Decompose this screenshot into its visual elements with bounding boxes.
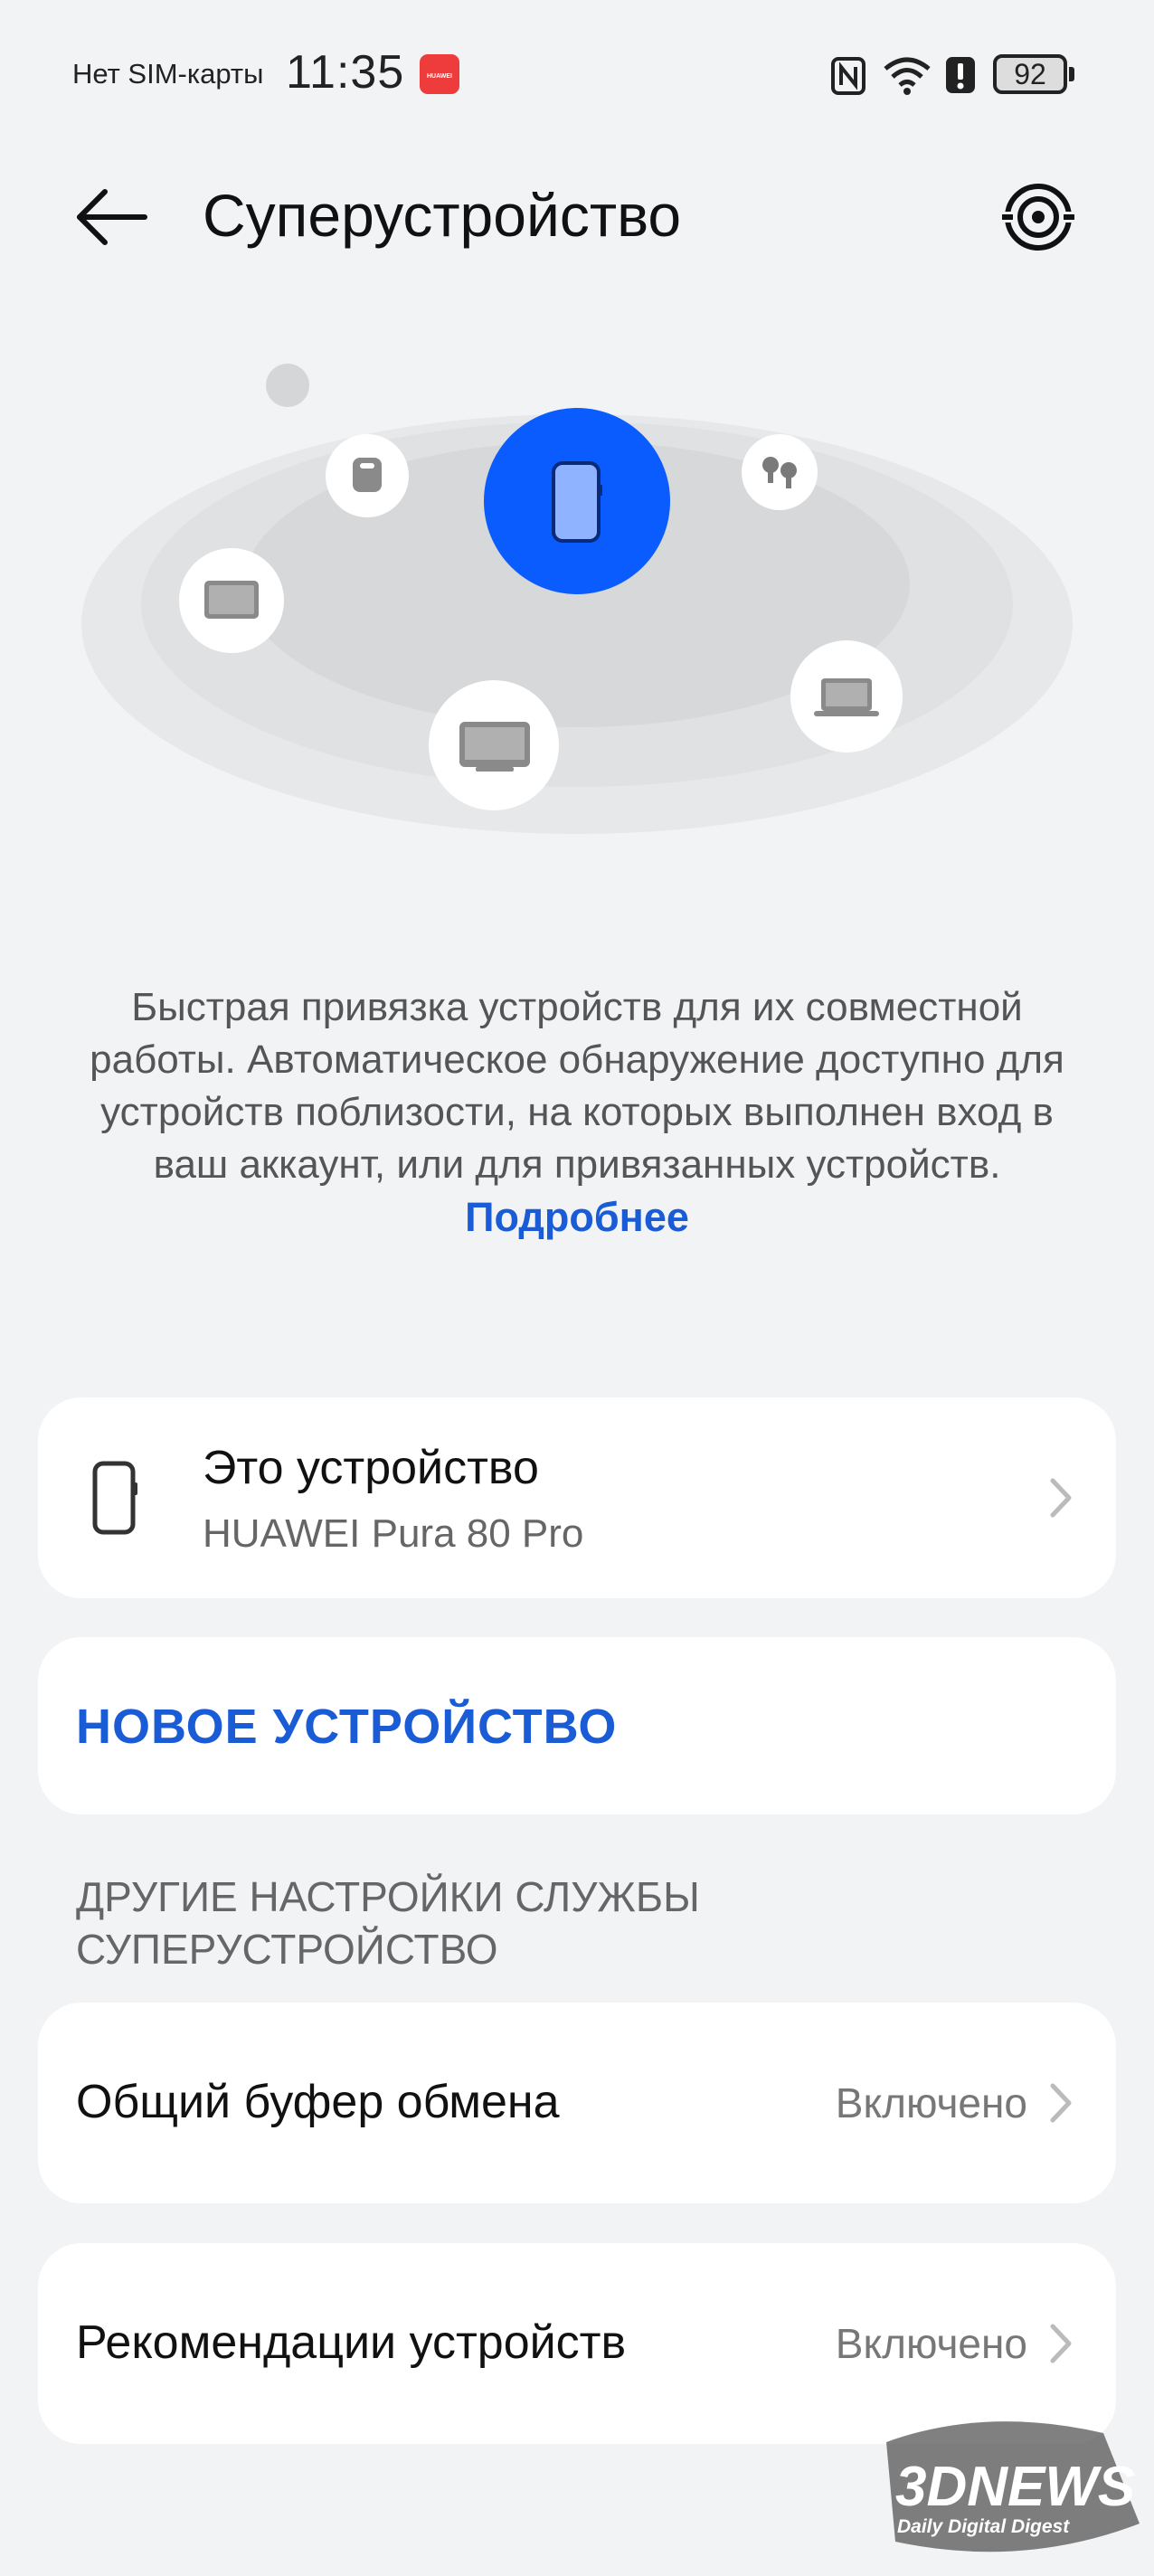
tv-device-icon (429, 680, 559, 810)
empty-slot-dot (266, 364, 309, 407)
scan-devices-icon (1002, 184, 1074, 251)
device-recommendations-label: Рекомендации устройств (76, 2316, 627, 2369)
this-device-title: Это устройство (203, 1442, 539, 1494)
back-arrow-icon (77, 189, 147, 245)
page-title: Суперустройство (203, 182, 682, 249)
watermark-brand: 3DNEWS (895, 2456, 1135, 2518)
chevron-right-icon (1050, 2083, 1072, 2123)
shared-clipboard-status: Включено (835, 2079, 1027, 2126)
phone-icon (92, 1461, 137, 1535)
laptop-device-icon (790, 640, 903, 753)
description: Быстрая привязка устройств для их совмес… (72, 981, 1082, 1244)
speaker-device-icon (326, 434, 409, 517)
3dnews-watermark-logo: 3DNEWS Daily Digital Digest (886, 2421, 1140, 2552)
new-device-button[interactable]: НОВОЕ УСТРОЙСТВО (38, 1637, 1116, 1814)
status-bar: Нет SIM-карты 11:35 HUAWEI 92 (0, 0, 1154, 136)
clock: 11:35 (286, 46, 405, 99)
superdevice-illustration (81, 364, 1073, 834)
earbuds-device-icon (742, 434, 818, 510)
nfc-icon (831, 57, 866, 95)
back-button[interactable] (72, 181, 154, 253)
device-recommendations-status: Включено (835, 2320, 1027, 2367)
title-bar: Суперустройство (0, 154, 1154, 280)
shared-clipboard-label: Общий буфер обмена (76, 2076, 560, 2128)
watermark-tagline: Daily Digital Digest (897, 2516, 1070, 2537)
other-settings-header: ДРУГИЕ НАСТРОЙКИ СЛУЖБЫ СУПЕРУСТРОЙСТВО (76, 1873, 700, 1973)
carrier-label: Нет SIM-карты (72, 58, 264, 90)
chevron-right-icon (1050, 2324, 1072, 2363)
this-device-card[interactable]: Это устройство HUAWEI Pura 80 Pro (38, 1397, 1116, 1598)
tablet-device-icon (179, 548, 284, 653)
huawei-app-icon: HUAWEI (420, 54, 459, 94)
wifi-icon (884, 57, 931, 95)
battery-indicator: 92 (993, 54, 1074, 94)
scan-button[interactable] (1002, 181, 1074, 253)
this-device-model: HUAWEI Pura 80 Pro (203, 1511, 584, 1556)
shared-clipboard-row[interactable]: Общий буфер обмена Включено (38, 2003, 1116, 2203)
alert-icon (946, 57, 975, 93)
learn-more-link[interactable]: Подробнее (72, 1191, 1082, 1244)
description-text: Быстрая привязка устройств для их совмес… (90, 985, 1064, 1187)
chevron-right-icon (1050, 1478, 1072, 1518)
new-device-label: НОВОЕ УСТРОЙСТВО (76, 1700, 618, 1754)
phone-device-icon (484, 408, 670, 594)
